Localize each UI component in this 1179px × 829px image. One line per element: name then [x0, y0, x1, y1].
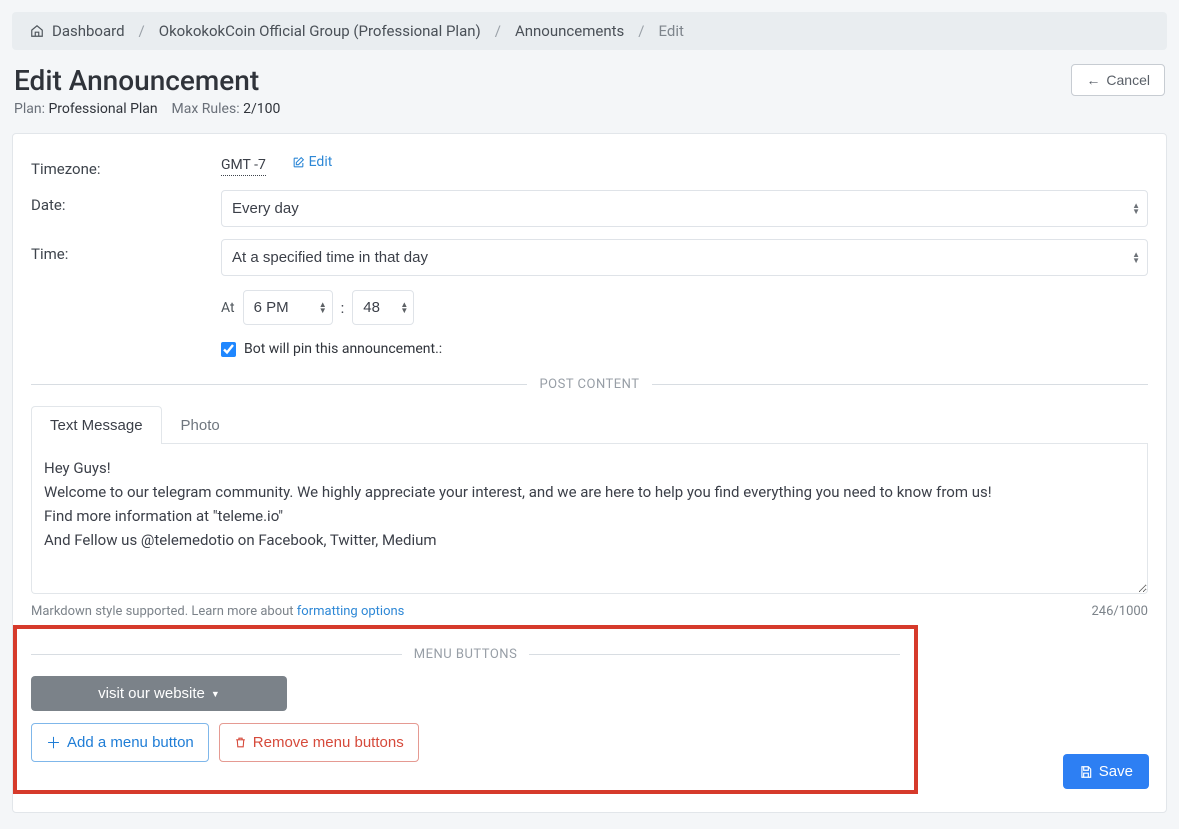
breadcrumb: Dashboard / OkokokokCoin Official Group …: [12, 12, 1167, 50]
time-select[interactable]: At a specified time in that day: [221, 239, 1148, 276]
message-textarea[interactable]: Hey Guys! Welcome to our telegram commun…: [31, 444, 1148, 594]
arrow-left-icon: ←: [1086, 72, 1100, 88]
timezone-edit-label: Edit: [309, 154, 333, 170]
maxrules-label: Max Rules:: [172, 101, 244, 117]
plan-label: Plan:: [14, 101, 48, 117]
breadcrumb-sep: /: [139, 22, 145, 40]
breadcrumb-sep: /: [495, 22, 501, 40]
date-select[interactable]: Every day: [221, 190, 1148, 227]
caret-down-icon: ▼: [211, 689, 220, 699]
tab-photo[interactable]: Photo: [162, 406, 239, 444]
plus-icon: ＋: [46, 732, 61, 753]
save-icon: [1079, 765, 1093, 779]
save-label: Save: [1099, 763, 1133, 780]
formatting-options-link[interactable]: formatting options: [297, 604, 405, 619]
time-label: Time:: [31, 239, 221, 263]
char-counter: 246/1000: [1091, 604, 1148, 619]
trash-icon: [234, 736, 247, 749]
at-label: At: [221, 300, 235, 316]
save-button[interactable]: Save: [1063, 754, 1149, 789]
breadcrumb-sep: /: [638, 22, 644, 40]
tab-text-message[interactable]: Text Message: [31, 406, 162, 444]
chevron-updown-icon: ▲▼: [1132, 252, 1140, 264]
time-colon: :: [341, 299, 345, 317]
menu-buttons-section: MENU BUTTONS visit our website ▼ ＋ Add a…: [13, 625, 918, 794]
page-title: Edit Announcement: [14, 64, 280, 97]
add-menu-label: Add a menu button: [67, 734, 194, 751]
breadcrumb-dashboard[interactable]: Dashboard: [52, 22, 125, 40]
date-label: Date:: [31, 190, 221, 214]
maxrules-value: 2/100: [243, 101, 280, 117]
timezone-edit-link[interactable]: Edit: [292, 154, 333, 170]
breadcrumb-group[interactable]: OkokokokCoin Official Group (Professiona…: [159, 22, 481, 40]
timezone-value: GMT -7: [221, 157, 266, 176]
cancel-label: Cancel: [1106, 72, 1150, 88]
cancel-button[interactable]: ← Cancel: [1071, 64, 1165, 96]
chevron-updown-icon: ▲▼: [1132, 203, 1140, 215]
home-icon: [30, 24, 44, 38]
visit-our-website-button[interactable]: visit our website ▼: [31, 676, 287, 711]
add-menu-button[interactable]: ＋ Add a menu button: [31, 723, 209, 762]
plan-value: Professional Plan: [48, 101, 157, 117]
remove-menu-buttons[interactable]: Remove menu buttons: [219, 723, 419, 762]
pin-checkbox[interactable]: [221, 342, 236, 357]
chevron-updown-icon: ▲▼: [319, 302, 327, 314]
chevron-updown-icon: ▲▼: [400, 302, 408, 314]
post-content-heading: POST CONTENT: [539, 377, 639, 392]
help-text: Markdown style supported. Learn more abo…: [31, 604, 297, 619]
pin-label: Bot will pin this announcement.:: [244, 341, 442, 357]
breadcrumb-section[interactable]: Announcements: [515, 22, 624, 40]
visit-label: visit our website: [98, 685, 205, 702]
remove-menu-label: Remove menu buttons: [253, 734, 404, 751]
timezone-label: Timezone:: [31, 154, 221, 178]
menu-buttons-heading: MENU BUTTONS: [414, 647, 518, 662]
breadcrumb-current: Edit: [658, 22, 683, 40]
